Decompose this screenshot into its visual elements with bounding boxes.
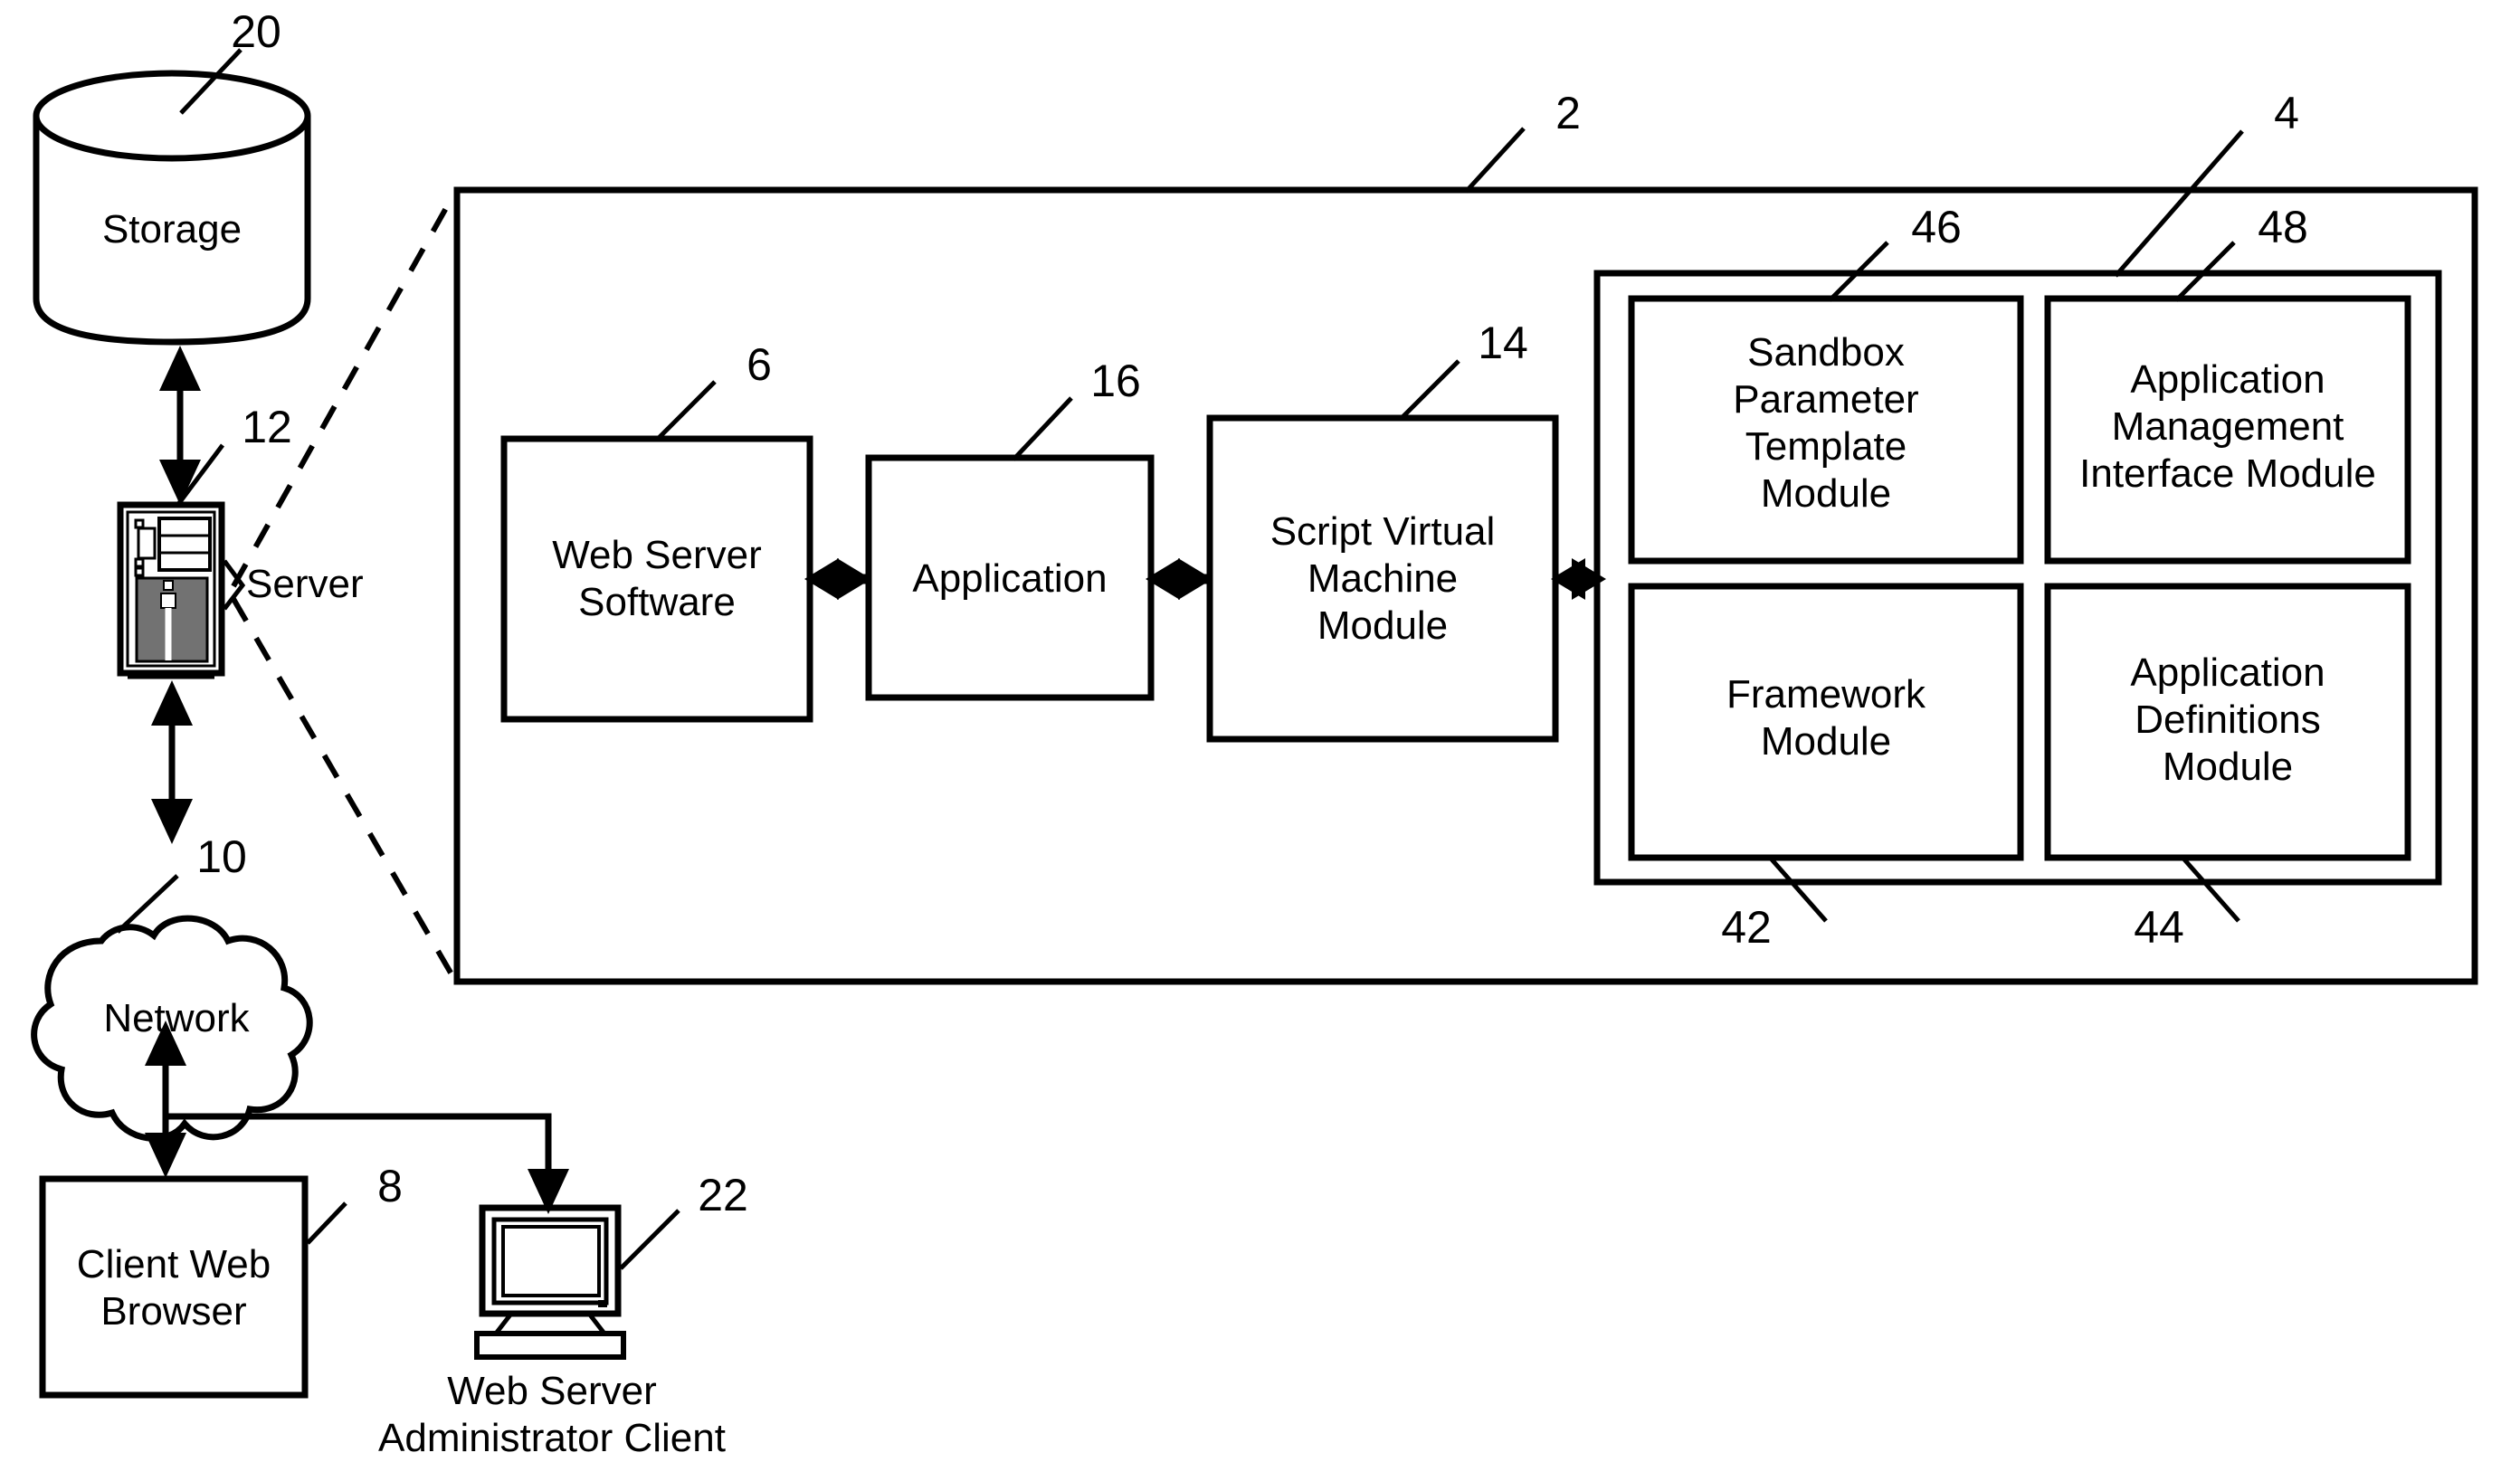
ref-label-44: 44	[2134, 902, 2184, 953]
application-definitions-module-label: Application Definitions Module	[2130, 650, 2325, 789]
script-vm-module-label: Script Virtual Machine Module	[1270, 509, 1496, 648]
server-label: Server	[246, 562, 364, 606]
ref-label-20: 20	[231, 6, 281, 57]
ref-label-16: 16	[1090, 356, 1141, 406]
ref-label-4: 4	[2274, 88, 2299, 138]
figure-canvas: Storage 20 Server 12 Network 10 Client W…	[0, 0, 2520, 1481]
web-server-software-label: Web Server Software	[552, 533, 762, 624]
sandbox-parameter-template-module-label: Sandbox Parameter Template Module	[1733, 330, 1919, 516]
ref-label-46: 46	[1911, 202, 1962, 252]
ref-label-42: 42	[1721, 902, 1772, 953]
application-management-interface-module-label: Application Management Interface Module	[2079, 357, 2376, 496]
storage-label: Storage	[101, 207, 242, 252]
wss-application-connector	[804, 558, 871, 600]
ref-label-14: 14	[1478, 318, 1528, 368]
ref-label-6: 6	[746, 339, 772, 390]
admin-client-caption: Web Server Administrator Client	[378, 1369, 726, 1460]
application-scriptvm-connector	[1146, 558, 1212, 600]
server-tower-icon	[117, 501, 225, 679]
ref-label-10: 10	[196, 831, 247, 882]
admin-client-monitor-icon	[474, 1204, 626, 1360]
ref-label-8: 8	[377, 1161, 403, 1211]
framework-module-label: Framework Module	[1726, 672, 1926, 764]
application-label: Application	[912, 556, 1108, 601]
ref-label-2: 2	[1555, 88, 1581, 138]
ref-label-22: 22	[698, 1170, 748, 1220]
network-label: Network	[103, 996, 250, 1040]
server-network-connector	[151, 680, 193, 844]
network-client-connector	[145, 1021, 186, 1178]
ref-label-48: 48	[2258, 202, 2308, 252]
client-web-browser-label: Client Web Browser	[76, 1242, 271, 1334]
ref-label-12: 12	[242, 402, 292, 452]
